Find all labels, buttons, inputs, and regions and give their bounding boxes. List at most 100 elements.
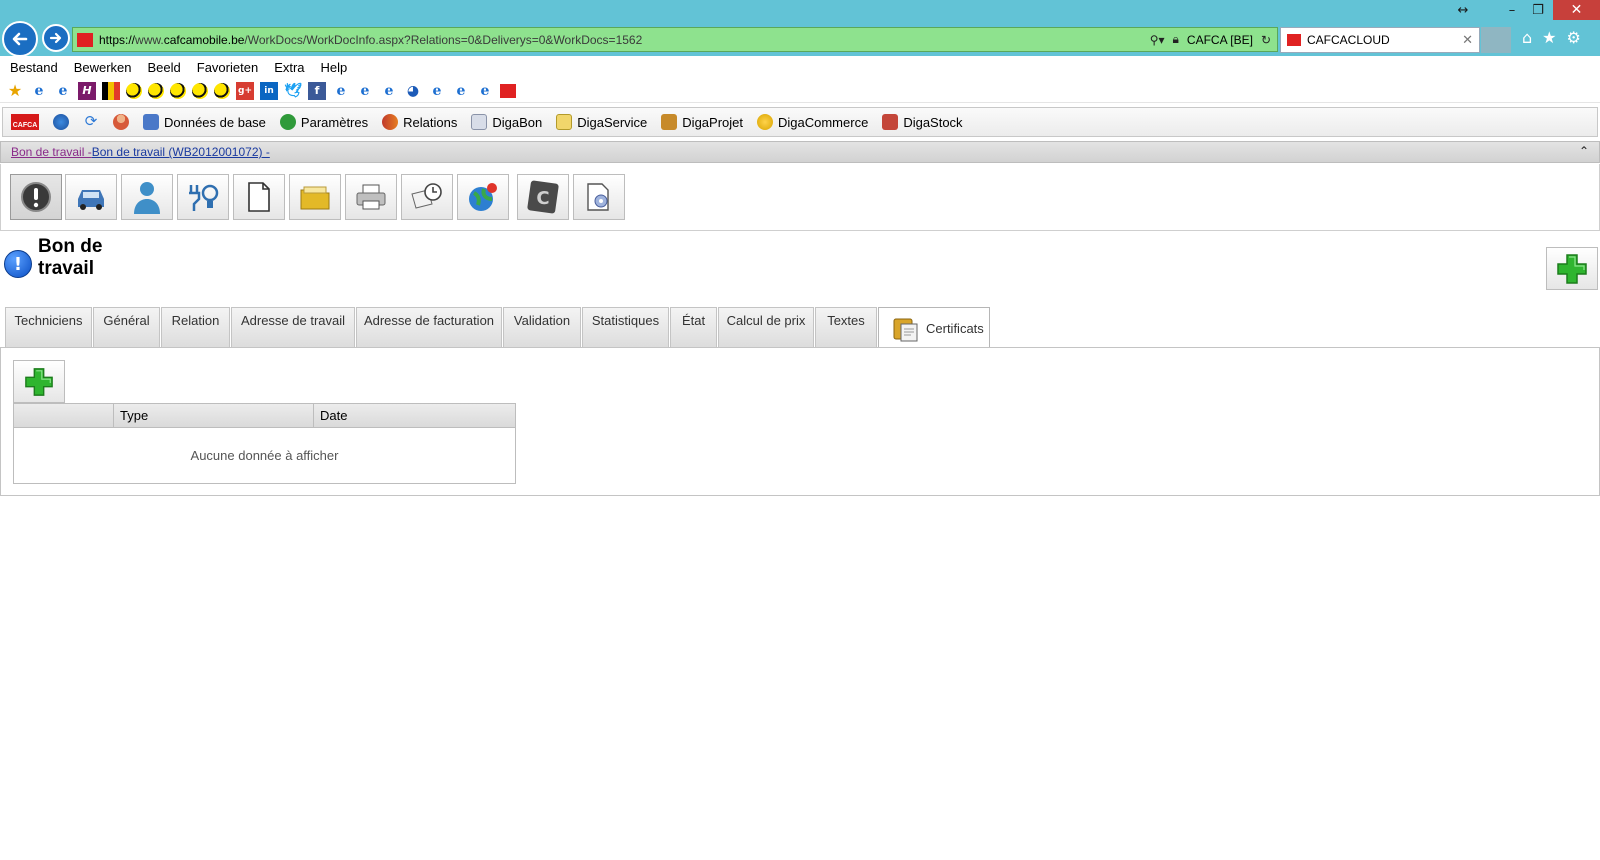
search-icon[interactable]: ⚲▾ (1150, 33, 1165, 47)
grid-column-header-type[interactable]: Type (114, 404, 314, 427)
database-icon (143, 114, 159, 130)
cafca-favorite-icon[interactable] (500, 83, 516, 98)
ie-favorite-icon[interactable]: e (380, 82, 398, 100)
breadcrumb-link-current[interactable]: Bon de travail (WB2012001072) - (92, 145, 270, 159)
tab-relation[interactable]: Relation (161, 307, 230, 348)
h-favorite-icon[interactable]: H (78, 81, 96, 100)
add-certificate-button[interactable] (13, 360, 65, 403)
add-favorite-icon[interactable]: ★ (6, 81, 24, 100)
vehicle-button[interactable] (65, 174, 117, 220)
toolbar-item-label: Données de base (164, 114, 266, 130)
twitter-icon[interactable]: 🕊︎ (284, 82, 302, 100)
menu-extra[interactable]: Extra (274, 60, 304, 75)
plus-icon (25, 367, 53, 396)
tab-etat[interactable]: État (670, 307, 717, 348)
tab-calcul-de-prix[interactable]: Calcul de prix (718, 307, 814, 348)
tab-validation[interactable]: Validation (503, 307, 581, 348)
tab-general[interactable]: Général (93, 307, 160, 348)
tab-certificats[interactable]: Certificats (878, 307, 990, 349)
toolbar-digastock[interactable]: DigaStock (882, 114, 963, 130)
facebook-icon[interactable]: f (308, 81, 326, 100)
url-path: /WorkDocs/WorkDocInfo.aspx?Relations=0&D… (244, 32, 643, 47)
grid-column-header[interactable] (14, 404, 114, 427)
ie-favorite-icon[interactable]: e (452, 82, 470, 100)
favorites-star-icon[interactable]: ★ (1542, 28, 1556, 47)
ie-favorite-icon[interactable]: e (54, 82, 72, 100)
toolbar-donnees-de-base[interactable]: Données de base (143, 114, 266, 130)
close-button[interactable]: ✕ (1553, 0, 1600, 20)
settings-gear-icon[interactable]: ⚙ (1567, 28, 1581, 47)
grid-column-header-date[interactable]: Date (314, 404, 515, 427)
linkedin-icon[interactable]: in (260, 81, 278, 100)
url-text[interactable]: https://www.cafcamobile.be/WorkDocs/Work… (99, 33, 642, 47)
ie-favorite-icon[interactable]: e (356, 82, 374, 100)
google-plus-icon[interactable]: g+ (236, 81, 254, 100)
browser-tab[interactable]: CAFCACLOUD ✕ (1280, 27, 1480, 53)
menu-bestand[interactable]: Bestand (10, 60, 58, 75)
sync-icon[interactable]: ⟳ (83, 114, 99, 130)
ball-favorite-icon[interactable] (126, 82, 142, 99)
ie-favorite-icon[interactable]: e (476, 82, 494, 100)
toolbar-item-label: Relations (403, 114, 458, 130)
new-document-button[interactable] (233, 174, 285, 220)
new-tab-button[interactable] (1481, 27, 1511, 53)
user-icon[interactable] (113, 114, 129, 130)
refresh-icon[interactable]: ↻ (1261, 33, 1271, 47)
tab-adresse-de-facturation[interactable]: Adresse de facturation (356, 307, 502, 348)
ie-favorite-icon[interactable]: e (332, 82, 350, 100)
menu-help[interactable]: Help (321, 60, 348, 75)
close-tab-icon[interactable]: ✕ (1462, 32, 1473, 48)
toolbar-digabon[interactable]: DigaBon (471, 114, 542, 130)
ie-favorite-icon[interactable]: e (30, 82, 48, 100)
tab-techniciens[interactable]: Techniciens (5, 307, 92, 348)
collapse-icon[interactable]: ⌃ (1579, 144, 1589, 158)
ie-favorite-icon[interactable]: e (428, 82, 446, 100)
ball-favorite-icon[interactable] (192, 82, 208, 99)
page-title: Bon de travail (38, 236, 103, 279)
breadcrumb-link-bon-de-travail[interactable]: Bon de travail - (11, 145, 92, 159)
toolbar-relations[interactable]: Relations (382, 114, 457, 130)
svg-text:C: C (536, 188, 549, 209)
browser-tab-title: CAFCACLOUD (1307, 33, 1390, 47)
address-bar[interactable]: https://www.cafcamobile.be/WorkDocs/Work… (72, 27, 1278, 52)
site-identity[interactable]: CAFCA [BE] (1187, 33, 1253, 47)
history-button[interactable] (401, 174, 453, 220)
ball-favorite-icon[interactable] (214, 82, 230, 99)
toolbar-digaprojet[interactable]: DigaProjet (661, 114, 743, 130)
cafca-button[interactable]: C (517, 174, 569, 220)
document-settings-button[interactable] (573, 174, 625, 220)
globe-favorite-icon[interactable]: ◕ (404, 82, 422, 100)
tab-bar: Techniciens Général Relation Adresse de … (0, 307, 1600, 349)
toolbar-digaservice[interactable]: DigaService (556, 114, 647, 130)
ball-favorite-icon[interactable] (170, 82, 186, 99)
restore-button[interactable]: ❐ (1523, 0, 1553, 20)
grid-header: Type Date (14, 404, 515, 428)
web-button[interactable] (457, 174, 509, 220)
energy-button[interactable] (177, 174, 229, 220)
tab-adresse-de-travail[interactable]: Adresse de travail (231, 307, 355, 348)
tab-statistiques[interactable]: Statistiques (582, 307, 669, 348)
cafca-logo[interactable]: CAFCA (11, 114, 39, 130)
back-button[interactable] (2, 21, 38, 57)
tab-textes[interactable]: Textes (815, 307, 877, 348)
globe-icon[interactable] (53, 114, 69, 130)
person-button[interactable] (121, 174, 173, 220)
page-header: ! Bon de travail (4, 236, 108, 280)
menu-bewerken[interactable]: Bewerken (74, 60, 132, 75)
home-icon[interactable]: ⌂ (1522, 28, 1532, 47)
menu-favorieten[interactable]: Favorieten (197, 60, 258, 75)
ball-favorite-icon[interactable] (148, 82, 164, 99)
add-button[interactable] (1546, 247, 1598, 290)
print-button[interactable] (345, 174, 397, 220)
resize-icon[interactable]: ↔ (1448, 0, 1478, 20)
menu-beeld[interactable]: Beeld (148, 60, 181, 75)
plus-icon (1557, 253, 1587, 284)
coin-icon (757, 114, 773, 130)
toolbar-digacommerce[interactable]: DigaCommerce (757, 114, 868, 130)
folder-button[interactable] (289, 174, 341, 220)
forward-button[interactable] (42, 24, 70, 52)
belgium-flag-icon[interactable] (102, 81, 120, 100)
info-button[interactable] (10, 174, 62, 220)
lock-icon[interactable]: 🔒︎ (1173, 32, 1179, 47)
toolbar-parametres[interactable]: Paramètres (279, 114, 368, 130)
